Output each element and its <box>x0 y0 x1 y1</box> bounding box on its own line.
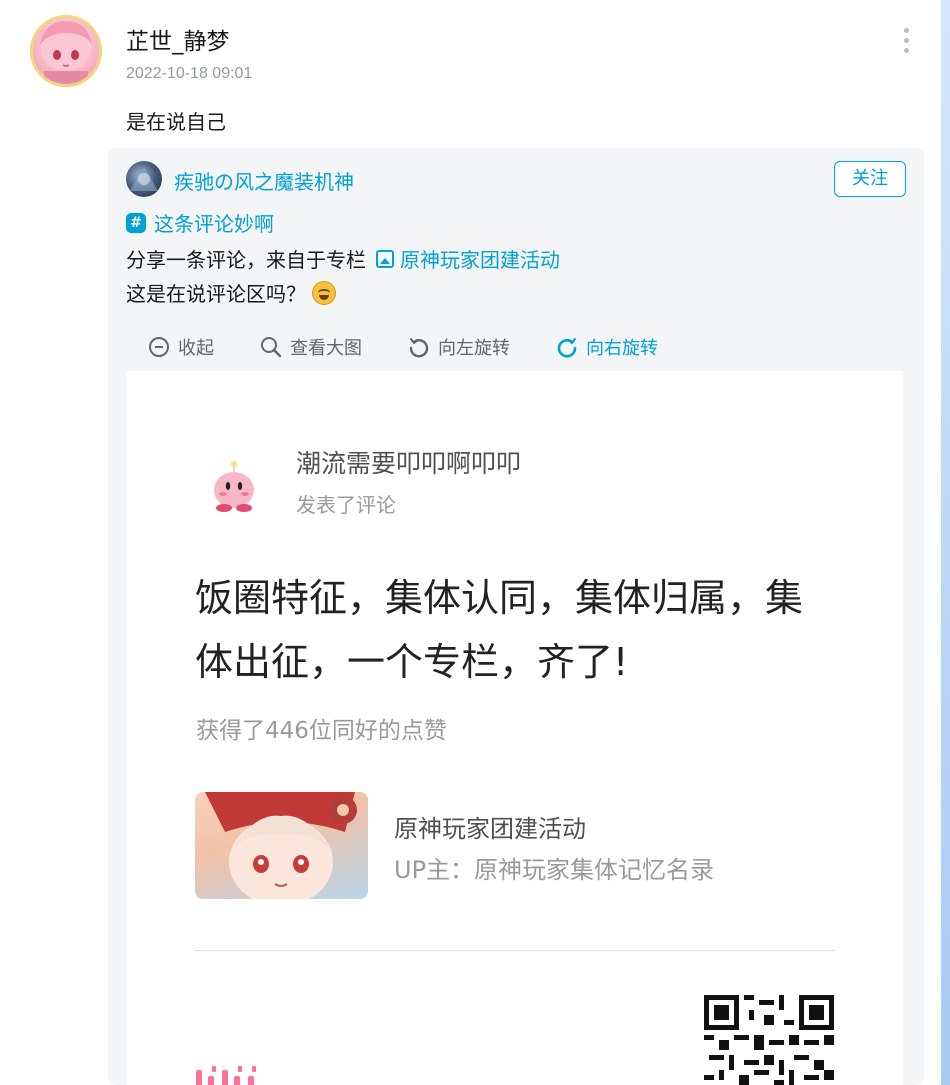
follow-button[interactable]: 关注 <box>834 161 906 197</box>
image-toolbar: 收起 查看大图 向左旋转 向右旋转 <box>148 333 704 361</box>
article-link[interactable]: 原神玩家团建活动 <box>376 244 560 273</box>
brand-logo <box>192 1062 332 1085</box>
article-up: UP主：原神玩家集体记忆名录 <box>394 856 715 884</box>
article-thumbnail <box>195 792 368 899</box>
rotate-right-icon <box>557 338 577 358</box>
commenter-avatar <box>204 456 264 516</box>
topic-label: 这条评论妙啊 <box>154 212 274 236</box>
rotate-left-label: 向左旋转 <box>438 338 510 359</box>
magnifier-icon <box>261 337 282 358</box>
collapse-icon <box>149 337 169 357</box>
share-prefix: 分享一条评论，来自于专栏 <box>126 248 366 272</box>
article-title: 原神玩家团建活动 <box>394 815 586 843</box>
post-text: 是在说自己 <box>126 110 226 134</box>
scrollbar-track[interactable] <box>941 0 950 1085</box>
rotate-right-label: 向右旋转 <box>586 338 658 359</box>
emoji-icon <box>312 280 336 305</box>
likes-count: 获得了446位同好的点赞 <box>196 718 447 744</box>
collapse-label: 收起 <box>178 338 214 359</box>
quote-text: 这是在说评论区吗？ <box>126 282 306 306</box>
comment-text: 饭圈特征，集体认同，集体归属，集体出征，一个专栏，齐了! <box>195 576 804 684</box>
hash-icon: # <box>126 212 146 233</box>
article-link-label: 原神玩家团建活动 <box>400 248 560 272</box>
divider <box>195 950 835 951</box>
original-author-avatar[interactable] <box>126 161 162 197</box>
qr-code <box>704 995 834 1085</box>
share-source: 分享一条评论，来自于专栏 原神玩家团建活动 <box>126 244 560 273</box>
topic-link[interactable]: # 这条评论妙啊 <box>126 208 274 237</box>
picture-icon <box>376 249 394 268</box>
rotate-left-icon <box>409 338 429 358</box>
commented-label: 发表了评论 <box>296 493 396 517</box>
timestamp: 2022-10-18 09:01 <box>126 65 253 82</box>
rotate-left-button[interactable]: 向左旋转 <box>408 334 510 360</box>
more-icon[interactable] <box>896 26 916 58</box>
avatar[interactable] <box>30 15 102 87</box>
collapse-button[interactable]: 收起 <box>148 334 214 360</box>
quote-line: 这是在说评论区吗？ <box>126 278 336 307</box>
original-author-name[interactable]: 疾驰の风之魔装机神 <box>174 166 354 195</box>
rotate-right-button[interactable]: 向右旋转 <box>556 334 658 360</box>
view-large-label: 查看大图 <box>290 338 362 359</box>
view-large-button[interactable]: 查看大图 <box>260 334 362 360</box>
commenter-name: 潮流需要叩叩啊叩叩 <box>296 449 522 478</box>
username[interactable]: 芷世_静梦 <box>126 22 230 56</box>
